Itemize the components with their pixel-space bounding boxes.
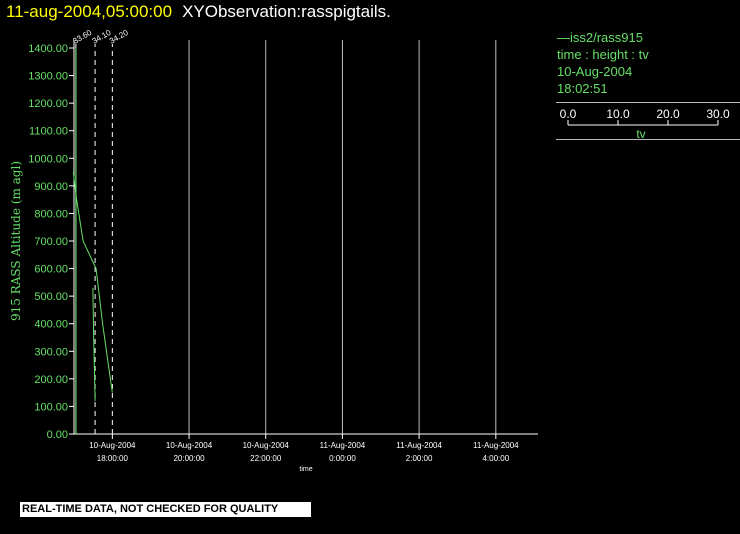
legend-subtitle: time : height : tv xyxy=(557,47,649,62)
legend-series-swatch: — xyxy=(557,30,570,45)
legend-tv-scale: 0.0 10.0 20.0 30.0tv xyxy=(560,107,730,141)
y-tick-label: 1100.00 xyxy=(29,126,68,138)
legend-date: 10-Aug-2004 xyxy=(557,64,633,79)
x-tick-time: 2:00:00 xyxy=(406,454,433,463)
x-tick-date: 10-Aug-2004 xyxy=(166,441,213,450)
y-tick-label: 1000.00 xyxy=(28,153,68,165)
profile-series-line xyxy=(72,172,113,393)
y-tick-label: 200.00 xyxy=(34,374,68,386)
y-tick-label: 0.00 xyxy=(47,429,68,441)
profile-label: 33.60 xyxy=(71,28,93,46)
x-tick-time: 0:00:00 xyxy=(329,454,356,463)
x-tick-time: 18:00:00 xyxy=(97,454,129,463)
x-tick-date: 11-Aug-2004 xyxy=(396,441,442,450)
legend-time: 18:02:51 xyxy=(557,81,608,96)
scale-tick-label: 0.0 xyxy=(560,107,577,121)
y-tick-label: 300.00 xyxy=(34,346,68,358)
x-tick-time: 20:00:00 xyxy=(173,454,205,463)
x-tick-time: 4:00:00 xyxy=(482,454,509,463)
x-axis-title: time xyxy=(299,466,312,473)
y-tick-label: 900.00 xyxy=(34,181,68,193)
y-tick-label: 500.00 xyxy=(34,291,68,303)
y-tick-label: 400.00 xyxy=(34,319,68,331)
quality-notice: REAL-TIME DATA, NOT CHECKED FOR QUALITY xyxy=(20,502,311,517)
legend-series: —iss2/rass915 xyxy=(556,29,740,46)
y-axis-title: 915 RASS Altitude (m agl) xyxy=(9,161,23,321)
y-tick-label: 1300.00 xyxy=(28,71,68,83)
profile-label: 34.20 xyxy=(108,28,130,46)
legend-divider-bottom xyxy=(556,139,740,140)
x-tick-date: 11-Aug-2004 xyxy=(473,441,519,450)
y-tick-label: 700.00 xyxy=(34,236,68,248)
x-tick-date: 11-Aug-2004 xyxy=(320,441,366,450)
scale-tick-label: 20.0 xyxy=(656,107,680,121)
legend-panel: —iss2/rass915 time : height : tv 10-Aug-… xyxy=(556,29,740,141)
x-tick-time: 22:00:00 xyxy=(250,454,282,463)
x-tick-date: 10-Aug-2004 xyxy=(243,441,290,450)
y-tick-label: 1200.00 xyxy=(28,98,68,110)
y-tick-label: 100.00 xyxy=(34,401,68,413)
y-tick-label: 600.00 xyxy=(34,264,68,276)
y-tick-label: 800.00 xyxy=(34,208,68,220)
y-tick-label: 1400.00 xyxy=(28,43,68,55)
legend-series-label: iss2/rass915 xyxy=(570,30,643,45)
x-tick-date: 10-Aug-2004 xyxy=(89,441,136,450)
scale-tick-label: 10.0 xyxy=(606,107,630,121)
scale-tick-label: 30.0 xyxy=(706,107,730,121)
